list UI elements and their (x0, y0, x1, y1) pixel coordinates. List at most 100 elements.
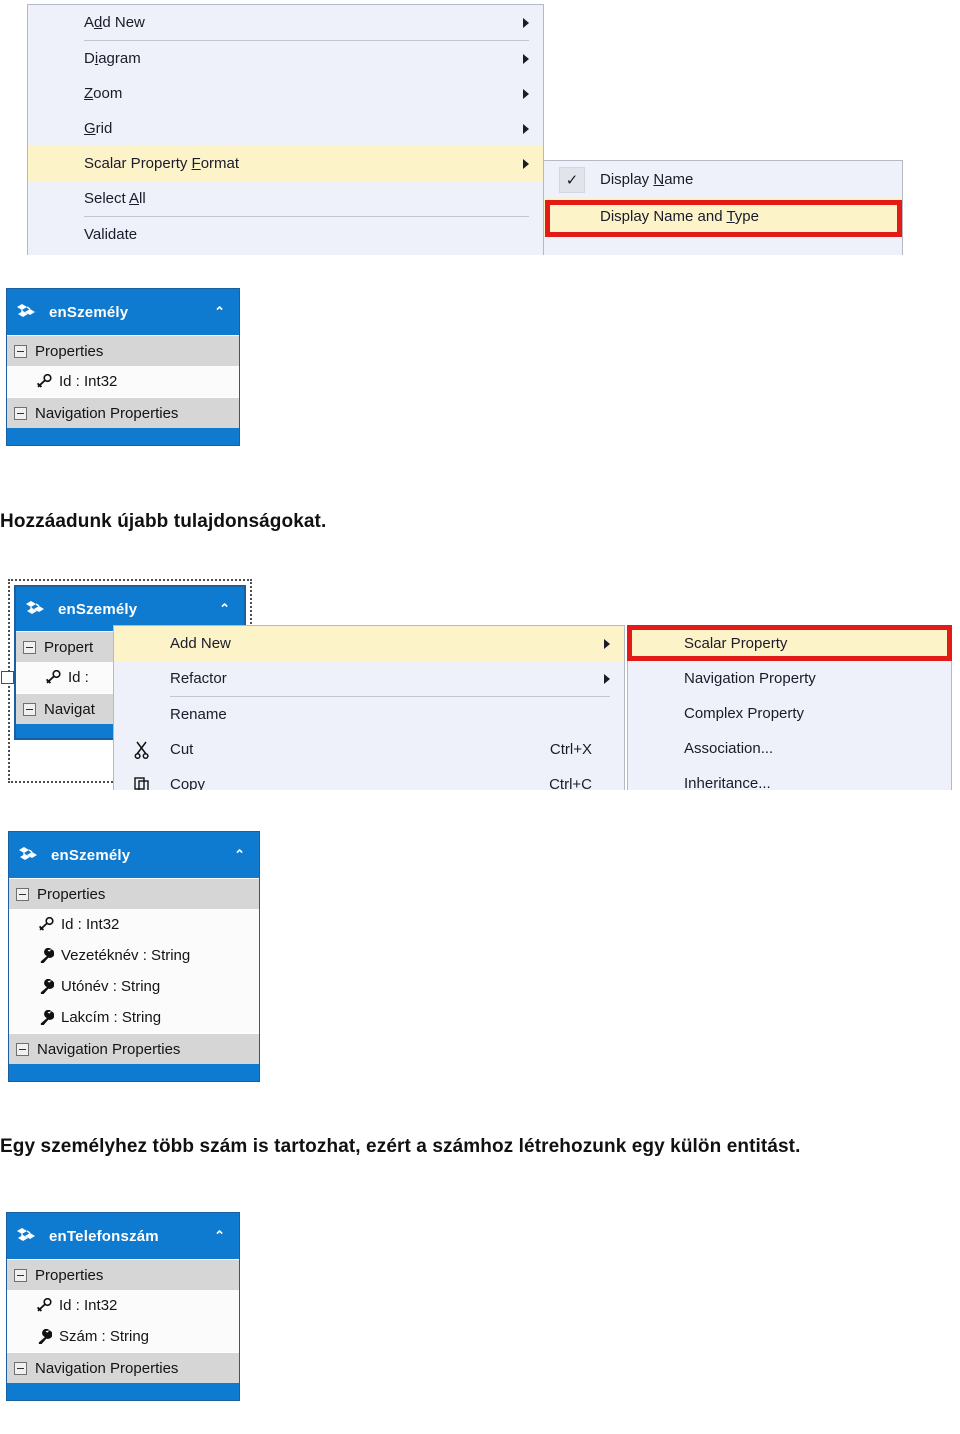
wrench-icon (36, 1329, 52, 1344)
entity-property-label: Vezetéknév : String (61, 947, 191, 964)
entity-section-label: Properties (35, 342, 104, 360)
chevron-up-icon[interactable]: ⌃ (214, 304, 225, 320)
menu-item-scalar-property-format[interactable]: Scalar Property Format (28, 146, 543, 181)
entity-property-row[interactable]: Id : Int32 (7, 1290, 239, 1321)
menu-item-label: Scalar Property (684, 635, 788, 652)
diagram-context-menu[interactable]: Add New Diagram Zoom Grid Scalar Propert… (27, 4, 544, 255)
entity-section-navigation-properties[interactable]: Navigation Properties (9, 1033, 259, 1064)
entity-property-row[interactable]: Vezetéknév : String (9, 940, 259, 971)
submenu-item-navigation-property[interactable]: Navigation Property (628, 661, 951, 696)
collapse-toggle-icon[interactable] (14, 406, 27, 420)
figure-entity-enszemely-expanded: enSzemély ⌃ Properties Id : Int32 Vezeté… (8, 831, 260, 1107)
submenu-arrow-icon (523, 123, 529, 134)
menu-item-label: Inheritance... (684, 775, 771, 790)
submenu-item-inheritance[interactable]: Inheritance... (628, 766, 951, 790)
menu-item-label: Refactor (170, 670, 227, 687)
entity-property-label: Lakcím : String (61, 1009, 162, 1026)
entity-section-properties[interactable]: Properties (7, 1259, 239, 1290)
chevron-up-icon[interactable]: ⌃ (219, 601, 230, 617)
entity-title: enSzemély (58, 600, 138, 618)
chevron-up-icon[interactable]: ⌃ (234, 847, 245, 863)
collapse-toggle-icon[interactable] (23, 640, 36, 654)
collapse-toggle-icon[interactable] (14, 1268, 27, 1282)
entity-header[interactable]: enTelefonszám ⌃ (7, 1213, 239, 1259)
menu-item-zoom[interactable]: Zoom (28, 76, 543, 111)
menu-item-validate[interactable]: Validate (28, 217, 543, 252)
submenu-arrow-icon (523, 88, 529, 99)
entity-box-entelefonszam[interactable]: enTelefonszám ⌃ Properties Id : Int32 Sz… (6, 1212, 240, 1401)
entity-section-label: Navigation Properties (35, 1359, 179, 1377)
wrench-icon (38, 979, 54, 994)
entity-section-properties[interactable]: Properties (9, 878, 259, 909)
entity-context-menu[interactable]: Add New Refactor Rename Cut Ctrl+X Copy … (113, 625, 625, 790)
menu-item-label: Association... (684, 740, 774, 757)
submenu-item-complex-property[interactable]: Complex Property (628, 696, 951, 731)
chevron-up-icon[interactable]: ⌃ (214, 1228, 225, 1244)
menu-item-grid[interactable]: Grid (28, 111, 543, 146)
key-icon (45, 670, 61, 685)
entity-section-navigation-properties[interactable]: Navigation Properties (7, 397, 239, 428)
menu-item-select-all[interactable]: Select All (28, 181, 543, 216)
add-new-submenu[interactable]: Scalar Property Navigation Property Comp… (627, 625, 952, 790)
entity-section-label: Navigat (44, 700, 95, 718)
entity-property-row[interactable]: Id : Int32 (7, 366, 239, 397)
entity-property-list: Id : Int32 (7, 366, 239, 397)
copy-icon (114, 776, 170, 790)
entity-icon (25, 600, 45, 618)
submenu-item-scalar-property[interactable]: Scalar Property (628, 626, 951, 661)
collapse-toggle-icon[interactable] (14, 1361, 27, 1375)
entity-title: enTelefonszám (49, 1227, 159, 1245)
entity-property-list: Id : Int32 Vezetéknév : String Utónév : … (9, 909, 259, 1033)
menu-item-shortcut: Ctrl+C (549, 776, 592, 790)
submenu-item-display-name[interactable]: ✓ Display Name (544, 161, 902, 198)
entity-box-enszemely[interactable]: enSzemély ⌃ Properties Id : Int32 (6, 288, 240, 446)
menu-item-copy[interactable]: Copy Ctrl+C (114, 767, 624, 790)
menu-item-label: Zoom (84, 85, 123, 102)
entity-box-enszemely[interactable]: enSzemély ⌃ Properties Id : Int32 (8, 831, 260, 1082)
entity-property-row[interactable]: Lakcím : String (9, 1002, 259, 1033)
menu-item-diagram[interactable]: Diagram (28, 41, 543, 76)
menu-item-icon-slot: ✓ (544, 166, 600, 193)
entity-icon (18, 846, 38, 864)
entity-property-list: Id : Int32 Szám : String (7, 1290, 239, 1352)
entity-property-label: Utónév : String (61, 978, 161, 995)
menu-item-label: Scalar Property Format (84, 155, 240, 172)
submenu-item-display-name-and-type[interactable]: Display Name and Type (544, 198, 902, 235)
scissors-icon (114, 741, 170, 759)
collapse-toggle-icon[interactable] (23, 702, 36, 716)
collapse-toggle-icon[interactable] (16, 1042, 29, 1056)
entity-property-row[interactable]: Szám : String (7, 1321, 239, 1352)
menu-item-label: Complex Property (684, 705, 805, 722)
menu-item-label: Cut (170, 741, 194, 758)
menu-item-cut[interactable]: Cut Ctrl+X (114, 732, 624, 767)
entity-property-row[interactable]: Utónév : String (9, 971, 259, 1002)
menu-item-rename[interactable]: Rename (114, 697, 624, 732)
entity-section-properties[interactable]: Properties (7, 335, 239, 366)
wrench-icon (38, 1010, 54, 1025)
entity-title: enSzemély (51, 846, 131, 864)
entity-header[interactable]: enSzemély ⌃ (7, 289, 239, 335)
menu-item-label: Copy (170, 776, 206, 790)
menu-item-add-new[interactable]: Add New (114, 626, 624, 661)
entity-property-label: Id : Int32 (59, 1297, 118, 1314)
submenu-item-association[interactable]: Association... (628, 731, 951, 766)
entity-section-label: Navigation Properties (37, 1040, 181, 1058)
menu-item-label: Grid (84, 120, 113, 137)
menu-item-label: Add New (84, 14, 145, 31)
entity-resize-handle[interactable] (1, 671, 14, 684)
menu-item-add-new[interactable]: Add New (28, 5, 543, 40)
entity-property-row[interactable]: Id : Int32 (9, 909, 259, 940)
menu-item-refactor[interactable]: Refactor (114, 661, 624, 696)
collapse-toggle-icon[interactable] (16, 887, 29, 901)
checkmark-icon: ✓ (559, 166, 585, 193)
entity-section-label: Navigation Properties (35, 404, 179, 422)
menu-item-label: Add New (170, 635, 231, 652)
menu-item-label: Validate (84, 226, 138, 243)
entity-section-label: Propert (44, 638, 94, 656)
entity-section-navigation-properties[interactable]: Navigation Properties (7, 1352, 239, 1383)
collapse-toggle-icon[interactable] (14, 344, 27, 358)
entity-property-label: Szám : String (59, 1328, 150, 1345)
entity-header[interactable]: enSzemély ⌃ (9, 832, 259, 878)
scalar-property-format-submenu[interactable]: ✓ Display Name Display Name and Type (543, 160, 903, 255)
entity-footer (7, 428, 239, 445)
